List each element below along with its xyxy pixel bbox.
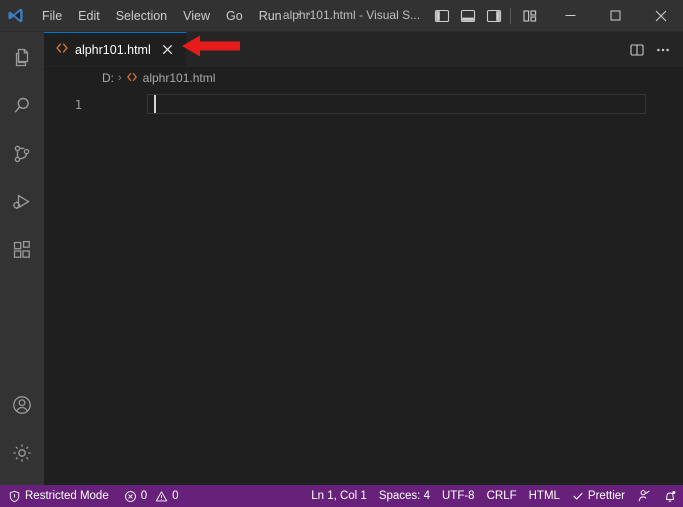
code-editor[interactable]: 1: [44, 89, 683, 485]
status-cursor-position[interactable]: Ln 1, Col 1: [305, 485, 373, 507]
breadcrumb-file-label: alphr101.html: [142, 71, 216, 85]
breadcrumb-item-drive[interactable]: D:: [102, 71, 114, 85]
search-icon: [10, 94, 34, 123]
editor-tab-label: alphr101.html: [75, 42, 151, 57]
toggle-primary-sidebar-icon[interactable]: [430, 5, 454, 27]
title-bar: File Edit Selection View Go Run ··· alph…: [0, 0, 683, 32]
status-bar-left: Restricted Mode 0 0: [0, 485, 185, 507]
layout-controls: [430, 5, 548, 27]
title-bar-controls: [430, 0, 683, 31]
status-notifications[interactable]: [657, 485, 683, 507]
status-language-mode[interactable]: HTML: [523, 485, 566, 507]
maximize-button[interactable]: [593, 0, 638, 31]
status-prettier-label: Prettier: [587, 490, 625, 502]
vscode-window: File Edit Selection View Go Run ··· alph…: [0, 0, 683, 507]
feedback-icon: [637, 489, 651, 503]
status-eol[interactable]: CRLF: [481, 485, 523, 507]
menu-bar: File Edit Selection View Go Run ···: [34, 0, 320, 31]
bell-icon: [663, 489, 677, 503]
breadcrumb: D: › alphr101.html: [44, 67, 683, 89]
status-feedback[interactable]: [631, 485, 657, 507]
activity-extensions[interactable]: [0, 228, 44, 276]
menu-more[interactable]: ···: [290, 5, 320, 27]
menu-file[interactable]: File: [34, 5, 70, 27]
workbench-body: alphr101.html D: › alphr101.html 1: [0, 32, 683, 485]
activity-bar-bottom: [0, 383, 44, 479]
status-bar: Restricted Mode 0 0 Ln 1, Col 1 Spaces: …: [0, 485, 683, 507]
menu-view[interactable]: View: [175, 5, 218, 27]
source-control-icon: [10, 142, 34, 171]
controls-divider: [510, 7, 511, 24]
text-cursor: [154, 95, 156, 113]
close-button[interactable]: [638, 0, 683, 31]
line-number: 1: [74, 97, 82, 112]
gear-icon: [10, 441, 34, 470]
run-and-debug-icon: [10, 190, 34, 219]
editor-tab-alphr101[interactable]: alphr101.html: [44, 32, 187, 66]
activity-bar: [0, 32, 44, 485]
more-actions-icon[interactable]: [651, 38, 675, 62]
status-indentation[interactable]: Spaces: 4: [373, 485, 436, 507]
tab-close-button[interactable]: [159, 41, 177, 59]
menu-go[interactable]: Go: [218, 5, 251, 27]
breadcrumb-drive-label: D:: [102, 71, 114, 85]
files-icon: [10, 46, 34, 75]
activity-run-debug[interactable]: [0, 180, 44, 228]
extensions-icon: [10, 238, 34, 267]
breadcrumb-separator: ›: [118, 72, 122, 84]
html-file-icon: [126, 71, 138, 86]
check-icon: [572, 490, 584, 502]
vscode-logo-icon: [0, 0, 30, 31]
activity-bar-top: [0, 36, 44, 276]
warning-icon: [155, 490, 168, 503]
tab-bar-filler: [186, 32, 625, 67]
status-bar-right: Ln 1, Col 1 Spaces: 4 UTF-8 CRLF HTML Pr…: [305, 485, 683, 507]
shield-icon: [8, 490, 21, 503]
editor-actions: [625, 32, 683, 67]
activity-source-control[interactable]: [0, 132, 44, 180]
toggle-panel-icon[interactable]: [456, 5, 480, 27]
minimize-button[interactable]: [548, 0, 593, 31]
current-line-highlight: [147, 94, 646, 114]
activity-settings[interactable]: [0, 431, 44, 479]
account-icon: [10, 393, 34, 422]
toggle-secondary-sidebar-icon[interactable]: [482, 5, 506, 27]
activity-accounts[interactable]: [0, 383, 44, 431]
editor-tab-bar: alphr101.html: [44, 32, 683, 67]
error-icon: [124, 490, 137, 503]
menu-edit[interactable]: Edit: [70, 5, 108, 27]
html-file-icon: [55, 41, 69, 58]
status-warning-count: 0: [172, 490, 179, 502]
menu-run[interactable]: Run: [251, 5, 290, 27]
activity-search[interactable]: [0, 84, 44, 132]
status-encoding[interactable]: UTF-8: [436, 485, 481, 507]
breadcrumb-item-file[interactable]: alphr101.html: [126, 71, 216, 86]
status-error-count: 0: [140, 490, 148, 502]
status-restricted-mode[interactable]: Restricted Mode: [0, 485, 118, 507]
activity-explorer[interactable]: [0, 36, 44, 84]
editor-area: alphr101.html D: › alphr101.html 1: [44, 32, 683, 485]
status-restricted-mode-label: Restricted Mode: [25, 490, 109, 502]
split-editor-icon[interactable]: [625, 38, 649, 62]
status-problems[interactable]: 0 0: [118, 485, 185, 507]
menu-selection[interactable]: Selection: [108, 5, 175, 27]
status-prettier[interactable]: Prettier: [566, 485, 631, 507]
customize-layout-icon[interactable]: [518, 5, 542, 27]
